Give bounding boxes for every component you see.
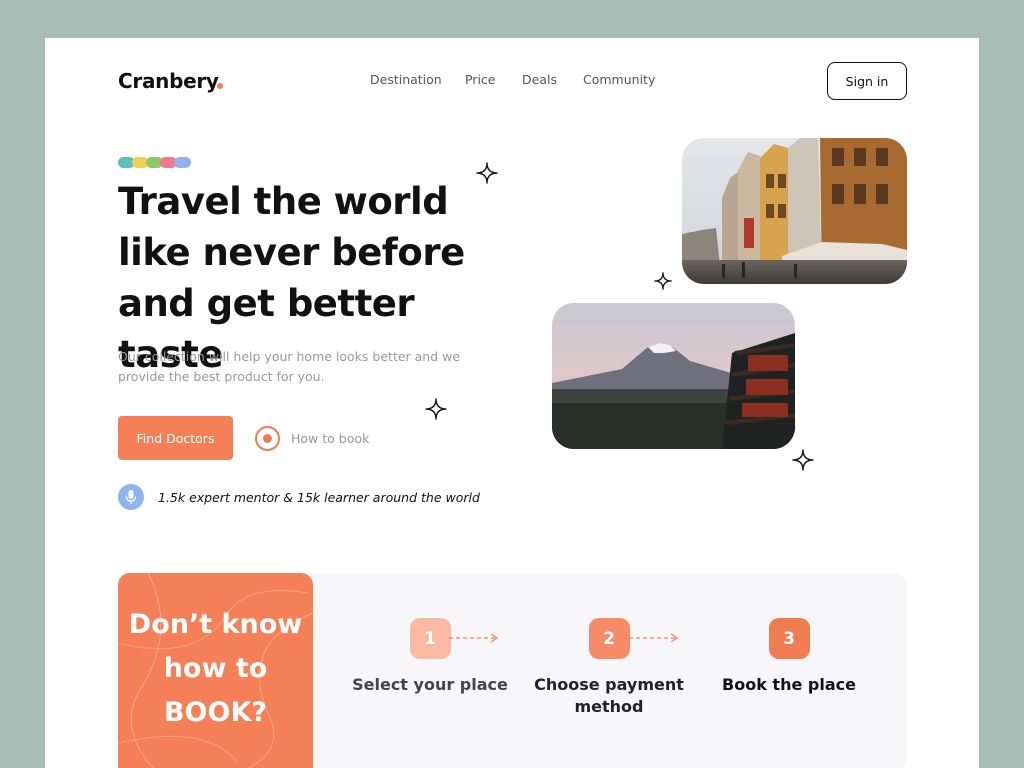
logo-dot (217, 83, 223, 89)
step-number-badge: 3 (768, 618, 810, 659)
step-number-badge: 1 (409, 618, 451, 659)
nav-deals[interactable]: Deals (522, 72, 557, 87)
book-question-card: Don’t know how to BOOK? (118, 573, 313, 768)
step-book-place: 3 Book the place (709, 618, 869, 696)
sparkle-icon (792, 449, 814, 471)
step-label: Book the place (722, 675, 856, 694)
play-circle-icon (255, 425, 280, 451)
color-pills-decor (118, 157, 191, 168)
play-dot (263, 433, 272, 443)
city-street-photo (682, 138, 907, 284)
sparkle-icon (425, 398, 447, 420)
microphone-icon (118, 484, 144, 510)
book-question-heading: Don’t know how to BOOK? (128, 609, 303, 728)
step-label: Select your place (352, 675, 508, 694)
nav-price[interactable]: Price (465, 72, 496, 87)
stats-text: 1.5k expert mentor & 15k learner around … (158, 489, 480, 505)
nav-community[interactable]: Community (583, 72, 655, 87)
sparkle-icon (654, 272, 672, 290)
stats-row: 1.5k expert mentor & 15k learner around … (118, 484, 480, 510)
step-number-badge: 2 (588, 618, 630, 659)
sparkle-icon (476, 162, 498, 184)
step-label: Choose payment method (534, 675, 684, 716)
how-to-book-label: How to book (291, 430, 370, 446)
how-to-book-link[interactable]: How to book (255, 425, 369, 451)
brand-logo[interactable]: Cranbery (118, 69, 219, 93)
dashed-arrow-icon (629, 633, 679, 643)
find-doctors-button[interactable]: Find Doctors (118, 416, 233, 460)
mount-fuji-pagoda-photo (552, 303, 795, 449)
nav-destination[interactable]: Destination (370, 72, 442, 87)
hero-subtitle: Our collection will help your home looks… (118, 349, 461, 384)
sign-in-button[interactable]: Sign in (827, 62, 907, 100)
dashed-arrow-icon (449, 633, 499, 643)
page-frame: Cranbery Destination Price Deals Communi… (45, 38, 979, 768)
pill-blue (174, 157, 191, 168)
